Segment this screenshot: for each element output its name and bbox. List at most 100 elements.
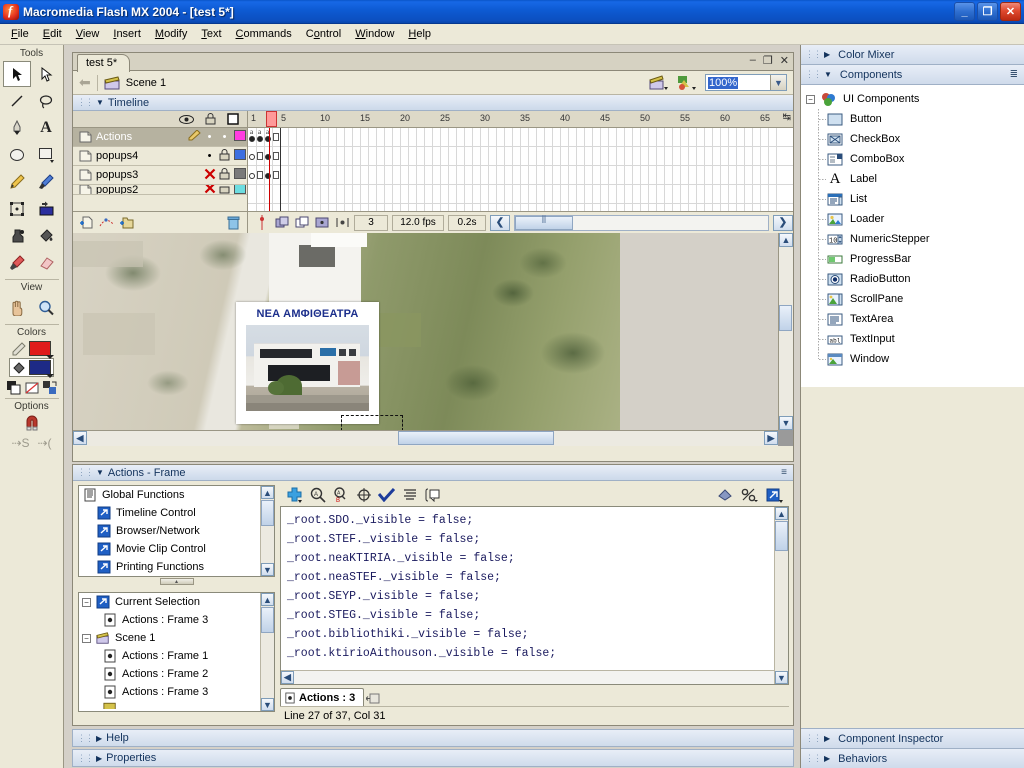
toolbox-item-printing-functions[interactable]: Printing Functions [79,558,274,576]
center-frame-icon[interactable]: ↹ [783,112,791,123]
layer-visible-toggle[interactable]: • [202,131,217,143]
oval-tool[interactable] [3,142,31,168]
empty-frame-marker[interactable] [257,171,263,179]
actions-left-splitter[interactable]: ▴ [78,577,275,586]
smooth-icon[interactable]: ⇢S [11,436,29,450]
timeline-hscrollbar[interactable] [514,214,769,231]
swap-colors-icon[interactable] [42,381,57,395]
expander-icon[interactable]: − [82,633,91,643]
edit-scene-icon[interactable] [649,74,669,91]
script-nav-actions-frame-3[interactable]: Actions : Frame 3 [79,683,274,701]
properties-panel-bar[interactable]: ⋮⋮ ▶ Properties [72,749,794,767]
stage-scroll-down-button[interactable]: ▼ [779,416,793,430]
toolbox-scroll-down-button[interactable]: ▼ [261,563,274,576]
layer-row-popups2[interactable]: popups2 [73,185,247,195]
layer-row-actions[interactable]: Actions • • [73,128,247,147]
document-restore-button[interactable]: ❐ [763,54,773,67]
empty-frame-marker[interactable] [273,133,279,141]
menu-insert[interactable]: Insert [106,26,148,42]
layer-visible-toggle[interactable]: • [202,150,217,162]
toolbox-vscroll-thumb[interactable] [261,500,274,526]
code-scroll-up-button[interactable]: ▲ [775,507,788,520]
eye-icon[interactable] [179,114,194,125]
close-button[interactable]: ✕ [1000,2,1021,21]
layer-row-popups4[interactable]: popups4 • [73,147,247,166]
code-vscroll-thumb[interactable] [775,521,788,551]
code-scroll-left-button[interactable]: ◀ [281,671,294,684]
component-inspector-panel-bar[interactable]: ⋮⋮ ▶ Component Inspector [801,728,1024,748]
timeline-hscroll-thumb[interactable] [515,215,573,230]
line-tool[interactable] [3,88,31,114]
color-mixer-grip[interactable]: ⋮⋮ [805,49,822,60]
component-inspector-expand-triangle[interactable]: ▶ [824,734,830,743]
selected-object-outline[interactable] [341,415,403,430]
components-grip[interactable]: ⋮⋮ [805,69,822,80]
properties-expand-triangle[interactable]: ▶ [96,754,102,763]
keyframe-marker[interactable] [257,136,263,142]
script-assist-icon[interactable] [766,487,783,504]
stroke-color-swatch[interactable] [29,341,54,359]
script-nav-actions-frame-1[interactable]: Actions : Frame 1 [79,647,274,665]
ink-bottle-tool[interactable] [3,223,31,249]
empty-frame-marker[interactable] [273,171,279,179]
fill-color-swatch[interactable] [29,360,54,378]
keyframe-marker[interactable] [265,173,271,179]
menu-file[interactable]: File [4,26,36,42]
layer-lock-toggle[interactable] [217,185,232,194]
no-color-icon[interactable] [25,381,39,395]
component-item-radiobutton[interactable]: RadioButton [801,269,1024,289]
insert-target-path-icon[interactable] [355,487,372,504]
eraser-tool[interactable] [32,250,60,276]
menu-commands[interactable]: Commands [229,26,299,42]
trash-icon[interactable] [225,215,241,230]
stage-vertical-scrollbar[interactable]: ▲ ▼ [778,233,793,430]
stage-canvas[interactable]: ΝΕΑ ΑΜΦΙΘΕΑΤΡΑ [73,233,778,430]
document-tab-test5[interactable]: test 5* [77,54,131,72]
script-nav-more-item[interactable] [79,701,274,709]
frames-grid[interactable]: a a a [248,128,793,211]
selection-tool[interactable] [3,61,31,87]
component-item-checkbox[interactable]: CheckBox [801,129,1024,149]
layer-visible-toggle[interactable] [202,185,217,194]
code-vertical-scrollbar[interactable]: ▲ ▼ [774,507,788,684]
component-item-textarea[interactable]: TextArea [801,309,1024,329]
show-code-hint-icon[interactable] [424,487,441,504]
actions-panel-grip[interactable]: ⋮⋮ [77,467,94,478]
onion-skin-outline-icon[interactable] [274,215,290,230]
empty-frame-marker[interactable] [273,152,279,160]
keyframe-marker[interactable] [249,154,255,160]
layer-row-popups3[interactable]: popups3 [73,166,247,185]
keyframe-marker[interactable] [265,136,271,142]
component-item-textinput[interactable]: abl TextInput [801,329,1024,349]
components-collapse-triangle[interactable]: ▼ [824,70,832,79]
component-item-numericstepper[interactable]: 10 NumericStepper [801,229,1024,249]
splitter-handle[interactable]: ▴ [159,578,194,585]
component-item-label[interactable]: A Label [801,169,1024,189]
debug-options-icon[interactable] [716,487,733,504]
layer-visible-toggle[interactable] [202,168,217,183]
layer-lock-toggle[interactable] [217,148,232,164]
new-folder-icon[interactable] [118,215,134,230]
scriptnav-vscroll-thumb[interactable] [261,607,274,633]
timeline-grip[interactable]: ⋮⋮ [77,97,94,108]
actionscript-editor[interactable]: _root.SDO._visible = false; _root.STEF._… [280,506,789,685]
pen-tool[interactable] [3,115,31,141]
subselection-tool[interactable] [32,61,60,87]
layer-edit-pencil-icon[interactable] [187,129,202,144]
keyframe-marker[interactable] [249,173,255,179]
maximize-button[interactable]: ❐ [977,2,998,21]
toolbox-scroll-up-button[interactable]: ▲ [261,486,274,499]
add-motion-guide-icon[interactable] [98,215,114,230]
keyframe-marker[interactable] [249,136,255,142]
toolbox-item-timeline-control[interactable]: Timeline Control [79,504,274,522]
component-item-scrollpane[interactable]: ScrollPane [801,289,1024,309]
popup-nea-amfitheatra[interactable]: ΝΕΑ ΑΜΦΙΘΕΑΤΡΑ [236,302,379,424]
text-tool[interactable]: A [32,115,60,141]
document-close-button[interactable]: ✕ [780,54,789,67]
check-syntax-icon[interactable] [378,487,395,504]
components-panel-menu-icon[interactable]: ≣ [1010,69,1018,80]
lasso-tool[interactable] [32,88,60,114]
outline-icon[interactable] [227,113,239,125]
scriptnav-scroll-up-button[interactable]: ▲ [261,593,274,606]
script-nav-actions-frame-3-sel[interactable]: Actions : Frame 3 [79,611,274,629]
